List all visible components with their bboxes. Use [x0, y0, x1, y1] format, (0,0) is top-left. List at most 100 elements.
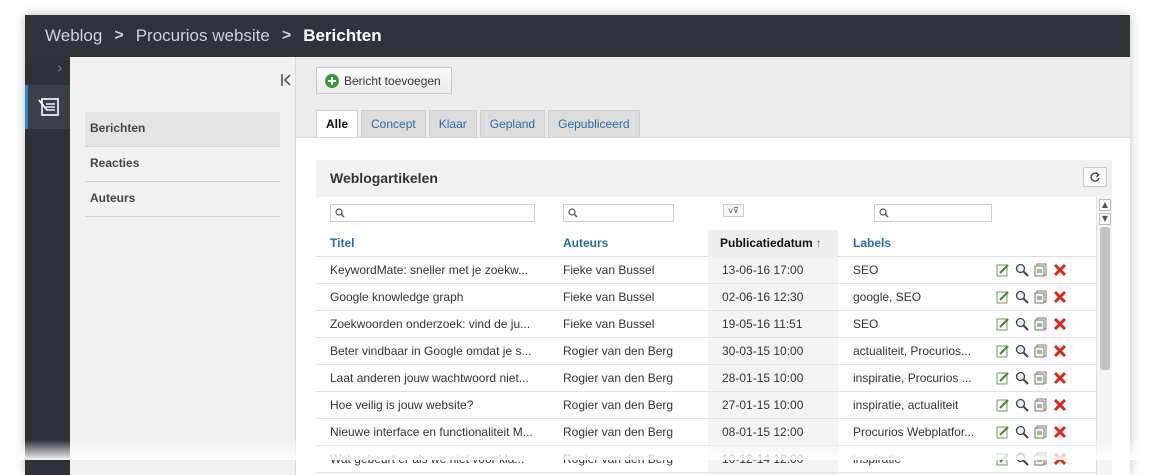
cell-title[interactable]: Laat anderen jouw wachtwoord niet... — [330, 365, 550, 392]
scrollbar-thumb[interactable] — [1100, 227, 1110, 370]
breadcrumb-berichten: Berichten — [303, 26, 382, 45]
delete-icon[interactable] — [1053, 344, 1067, 358]
edit-icon[interactable] — [996, 317, 1010, 331]
delete-icon[interactable] — [1053, 398, 1067, 412]
cell-author: Fieke van Bussel — [563, 263, 655, 277]
weblog-module-icon — [38, 98, 59, 116]
magnifier-icon[interactable] — [1015, 371, 1029, 385]
tab-concept[interactable]: Concept — [361, 110, 426, 137]
copy-icon[interactable] — [1034, 317, 1048, 331]
tab-gepubliceerd[interactable]: Gepubliceerd — [548, 110, 640, 137]
copy-icon[interactable] — [1034, 290, 1048, 304]
breadcrumb-weblog[interactable]: Weblog — [45, 26, 102, 46]
breadcrumb-separator: > — [114, 27, 124, 44]
subnav-item-auteurs[interactable]: Auteurs — [85, 182, 280, 217]
labels-filter-input[interactable] — [874, 204, 992, 222]
magnifier-icon[interactable] — [1015, 317, 1029, 331]
row-actions — [996, 398, 1067, 412]
add-post-button[interactable]: Bericht toevoegen — [316, 67, 452, 94]
edit-icon[interactable] — [996, 290, 1010, 304]
edit-icon[interactable] — [996, 263, 1010, 277]
cell-author: Rogier van den Berg — [563, 398, 674, 412]
scroll-bottom-button[interactable]: ▼ — [1099, 213, 1111, 225]
edit-icon[interactable] — [996, 398, 1010, 412]
grid-scrollbar[interactable]: ▲ ▼ — [1096, 197, 1112, 475]
cell-title[interactable]: Hoe veilig is jouw website? — [330, 392, 550, 419]
refresh-button[interactable] — [1083, 167, 1107, 187]
edit-icon[interactable] — [996, 371, 1010, 385]
breadcrumb: Weblog > Procurios website > Berichten — [25, 15, 1130, 57]
table-row[interactable]: Google knowledge graph Fieke van Bussel … — [316, 284, 1096, 311]
copy-icon[interactable] — [1034, 425, 1048, 439]
delete-icon[interactable] — [1053, 425, 1067, 439]
grid-header: Weblogartikelen — [316, 160, 1112, 197]
edit-icon[interactable] — [996, 425, 1010, 439]
cell-author: Fieke van Bussel — [563, 290, 655, 304]
date-filter-button[interactable]: v⊽ — [723, 204, 744, 217]
copy-icon[interactable] — [1034, 398, 1048, 412]
cell-date: 13-06-16 17:00 — [722, 263, 804, 277]
breadcrumb-procurios-website[interactable]: Procurios website — [136, 26, 270, 46]
copy-icon[interactable] — [1034, 371, 1048, 385]
table-row[interactable]: KeywordMate: sneller met je zoekw... Fie… — [316, 257, 1096, 284]
cell-labels: inspiratie, Procurios ... — [853, 371, 972, 385]
cell-labels: SEO — [853, 263, 879, 277]
cell-title[interactable]: Google knowledge graph — [330, 284, 550, 311]
row-actions — [996, 371, 1067, 385]
magnifier-icon[interactable] — [1015, 398, 1029, 412]
search-icon — [879, 208, 889, 218]
tab-alle[interactable]: Alle — [316, 110, 359, 138]
cell-date: 27-01-15 10:00 — [722, 398, 804, 412]
delete-icon[interactable] — [1053, 317, 1067, 331]
subnav-item-reacties[interactable]: Reacties — [85, 147, 280, 182]
search-icon — [568, 208, 578, 218]
author-filter-input[interactable] — [563, 204, 674, 222]
edit-icon[interactable] — [996, 344, 1010, 358]
cell-date: 28-01-15 10:00 — [722, 371, 804, 385]
cell-title[interactable]: Zoekwoorden onderzoek: vind de ju... — [330, 311, 550, 338]
table-row[interactable]: Laat anderen jouw wachtwoord niet... Rog… — [316, 365, 1096, 392]
cell-title[interactable]: Beter vindbaar in Google omdat je s... — [330, 338, 550, 365]
filter-row: v⊽ — [316, 197, 1096, 230]
cell-author: Rogier van den Berg — [563, 344, 674, 358]
scroll-top-button[interactable]: ▲ — [1099, 199, 1111, 211]
magnifier-icon[interactable] — [1015, 344, 1029, 358]
collapse-icon[interactable] — [280, 71, 294, 89]
magnifier-icon[interactable] — [1015, 290, 1029, 304]
table-row[interactable]: Hoe veilig is jouw website? Rogier van d… — [316, 392, 1096, 419]
cell-date: 30-03-15 10:00 — [722, 344, 804, 358]
cell-labels: actualiteit, Procurios... — [853, 344, 972, 358]
cell-title[interactable]: KeywordMate: sneller met je zoekw... — [330, 257, 550, 284]
column-header-publicatiedatum[interactable]: Publicatiedatum ↑ — [708, 230, 838, 257]
cell-date: 02-06-16 12:30 — [722, 290, 804, 304]
table-row[interactable]: Beter vindbaar in Google omdat je s... R… — [316, 338, 1096, 365]
add-icon — [325, 73, 339, 88]
delete-icon[interactable] — [1053, 263, 1067, 277]
column-header-publicatiedatum-label: Publicatiedatum — [720, 236, 813, 250]
cell-labels: SEO — [853, 317, 879, 331]
column-header-labels[interactable]: Labels — [853, 230, 891, 257]
expand-rail-icon[interactable]: › — [57, 59, 63, 77]
subnav-list: Berichten Reacties Auteurs — [85, 112, 280, 217]
rail-item-weblog[interactable] — [25, 85, 70, 129]
tab-klaar[interactable]: Klaar — [428, 110, 477, 137]
column-header-auteurs[interactable]: Auteurs — [563, 230, 608, 257]
subnav-item-berichten[interactable]: Berichten — [85, 112, 280, 147]
bottom-fade — [0, 440, 1155, 460]
cell-author: Fieke van Bussel — [563, 317, 655, 331]
row-actions — [996, 425, 1067, 439]
refresh-icon — [1090, 171, 1100, 182]
tab-gepland[interactable]: Gepland — [479, 110, 546, 137]
cell-author: Rogier van den Berg — [563, 371, 674, 385]
copy-icon[interactable] — [1034, 344, 1048, 358]
magnifier-icon[interactable] — [1015, 263, 1029, 277]
row-actions — [996, 290, 1067, 304]
table-row[interactable]: Zoekwoorden onderzoek: vind de ju... Fie… — [316, 311, 1096, 338]
grid-column-headers: Titel Auteurs Publicatiedatum ↑ Labels — [316, 230, 1096, 257]
copy-icon[interactable] — [1034, 263, 1048, 277]
column-header-titel[interactable]: Titel — [330, 230, 354, 257]
delete-icon[interactable] — [1053, 371, 1067, 385]
delete-icon[interactable] — [1053, 290, 1067, 304]
title-filter-input[interactable] — [330, 204, 535, 222]
magnifier-icon[interactable] — [1015, 425, 1029, 439]
